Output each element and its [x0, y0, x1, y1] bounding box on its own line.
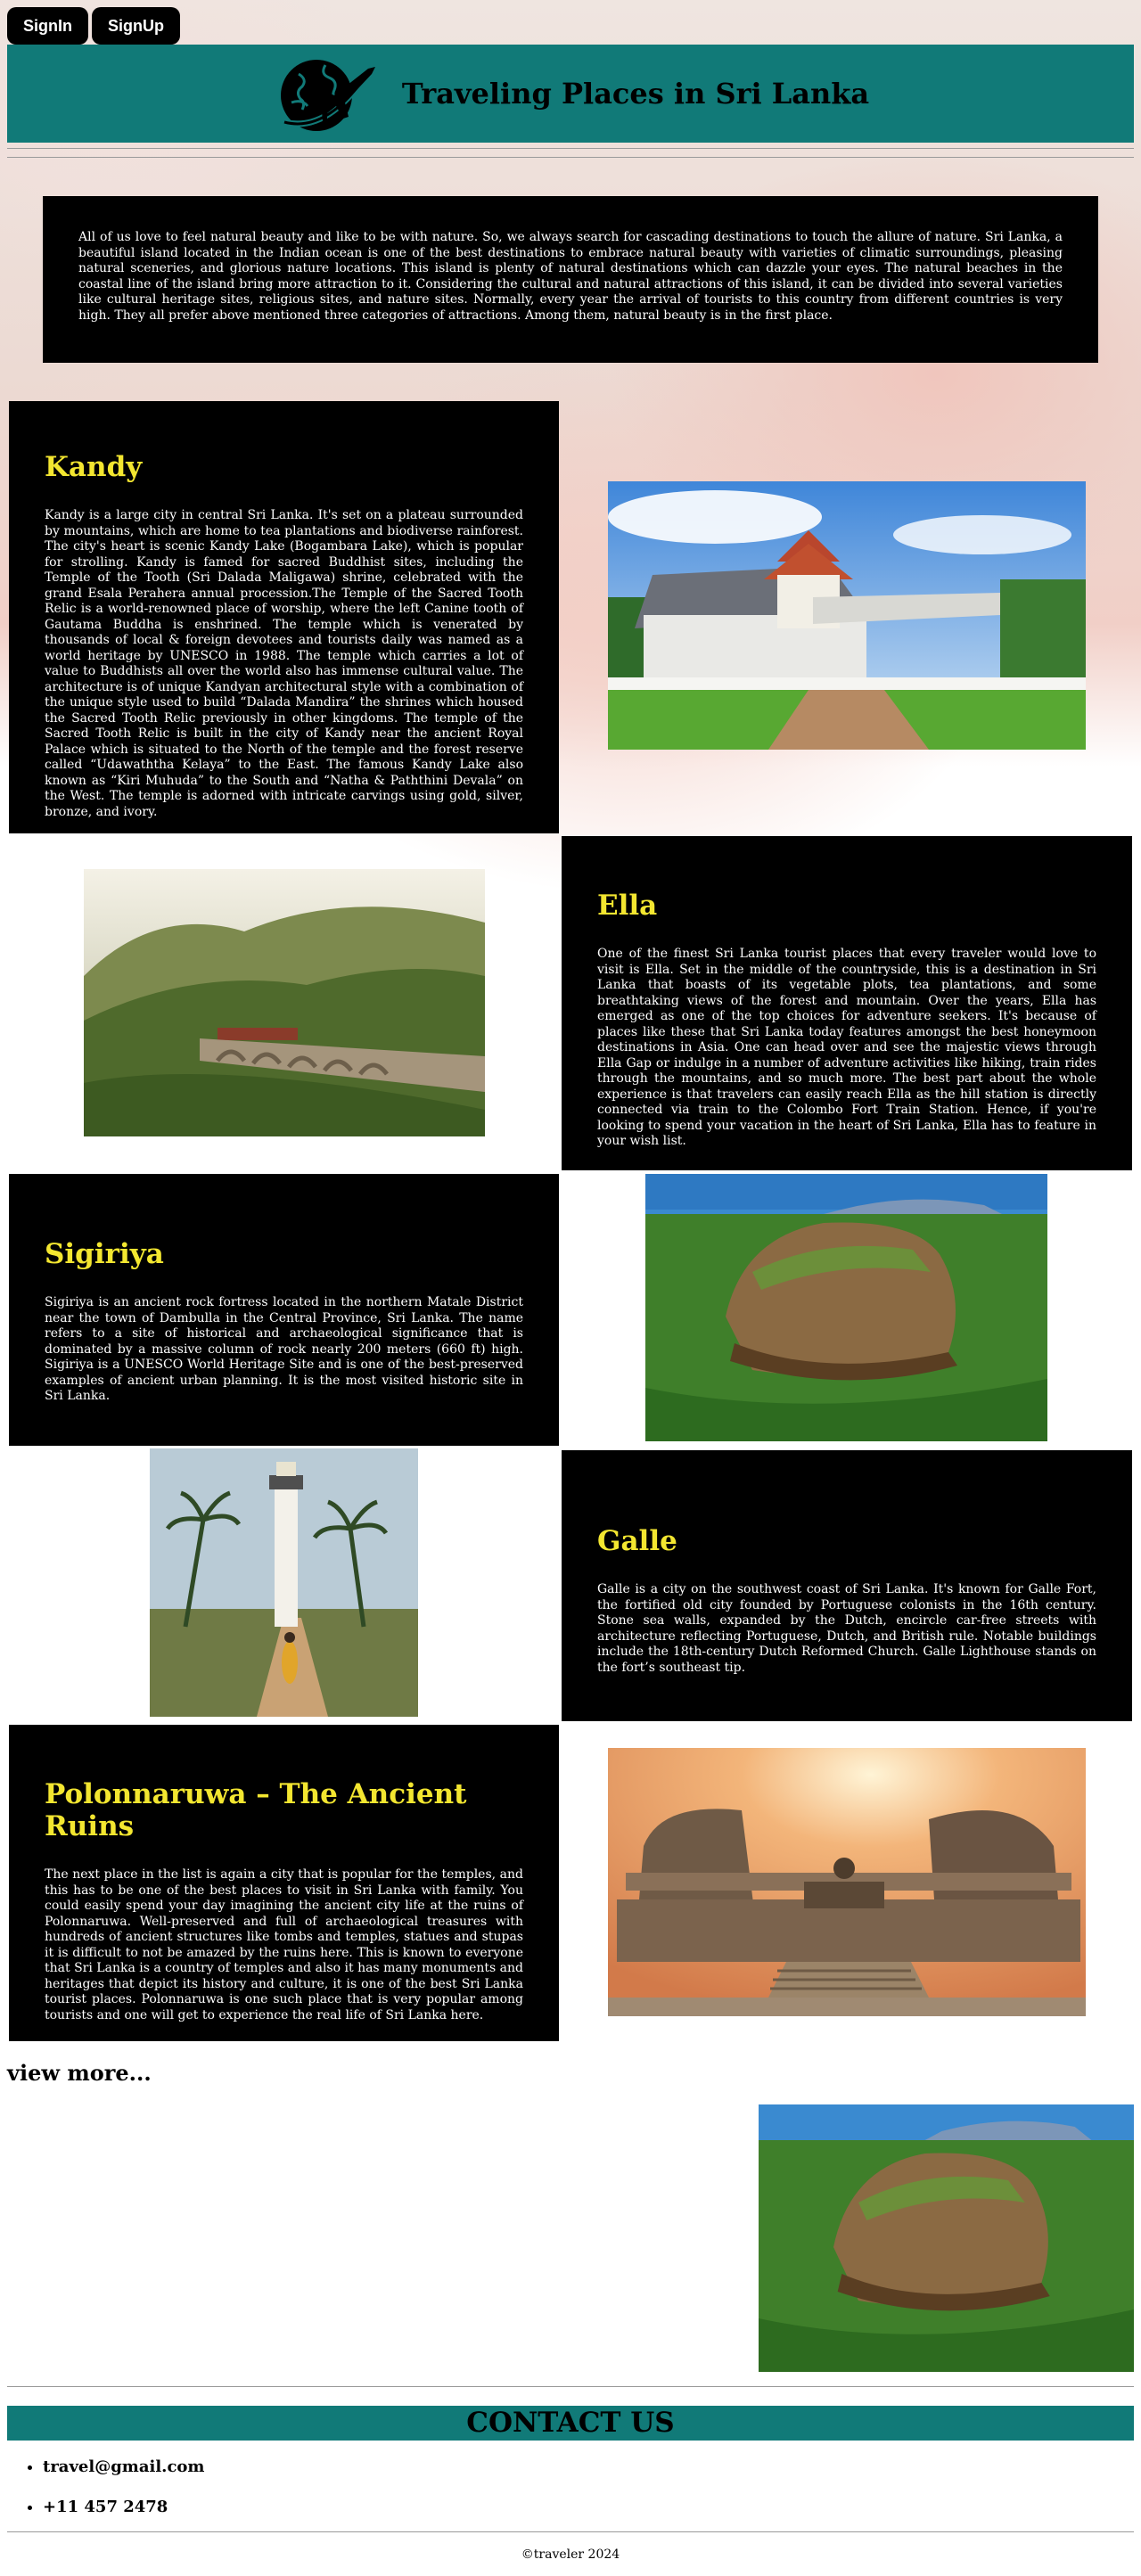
- sigiriya-view-more-image: [759, 2104, 1134, 2372]
- place-title: Kandy: [45, 451, 143, 483]
- place-card-galle: Galle Galle is a city on the southwest c…: [562, 1450, 1132, 1721]
- place-title: Sigiriya: [45, 1238, 164, 1270]
- footer-copyright: ©traveler 2024: [521, 2547, 620, 2562]
- intro-box: All of us love to feel natural beauty an…: [43, 196, 1098, 363]
- place-description: The next place in the list is again a ci…: [45, 1867, 523, 2022]
- place-card-sigiriya: Sigiriya Sigiriya is an ancient rock for…: [9, 1174, 559, 1446]
- contact-phone[interactable]: +11 457 2478: [43, 2498, 204, 2516]
- divider: [7, 157, 1134, 158]
- place-card-kandy: Kandy Kandy is a large city in central S…: [9, 401, 559, 833]
- intro-text: All of us love to feel natural beauty an…: [78, 230, 1063, 323]
- place-description: Sigiriya is an ancient rock fortress loc…: [45, 1295, 523, 1403]
- contact-email[interactable]: travel@gmail.com: [43, 2457, 204, 2476]
- place-description: One of the finest Sri Lanka tourist plac…: [597, 947, 1096, 1148]
- place-description: Galle is a city on the southwest coast o…: [597, 1582, 1096, 1675]
- auth-bar: SignIn SignUp: [7, 7, 180, 45]
- kandy-temple-image: [608, 481, 1086, 750]
- divider: [7, 2531, 1134, 2532]
- ella-bridge-image: [84, 869, 485, 1136]
- page-title: Traveling Places in Sri Lanka: [401, 77, 870, 111]
- galle-lighthouse-image: [150, 1448, 418, 1717]
- sigiriya-rock-image: [645, 1174, 1047, 1441]
- globe-airplane-icon: [280, 60, 375, 131]
- signin-button[interactable]: SignIn: [7, 7, 88, 45]
- divider: [7, 148, 1134, 149]
- contact-list: travel@gmail.com +11 457 2478: [43, 2457, 204, 2538]
- place-title: Ella: [597, 890, 658, 922]
- place-card-ella: Ella One of the finest Sri Lanka tourist…: [562, 836, 1132, 1170]
- site-header: Traveling Places in Sri Lanka: [7, 45, 1134, 143]
- view-more-link[interactable]: view more...: [7, 2060, 152, 2086]
- place-card-polonnaruwa: Polonnaruwa – The Ancient Ruins The next…: [9, 1725, 559, 2041]
- divider: [7, 2386, 1134, 2387]
- place-title: Polonnaruwa – The Ancient Ruins: [45, 1778, 467, 1842]
- contact-heading: CONTACT US: [7, 2406, 1134, 2441]
- polonnaruwa-ruins-image: [608, 1748, 1086, 2016]
- signup-button[interactable]: SignUp: [92, 7, 180, 45]
- place-description: Kandy is a large city in central Sri Lan…: [45, 508, 523, 819]
- place-title: Galle: [597, 1525, 677, 1557]
